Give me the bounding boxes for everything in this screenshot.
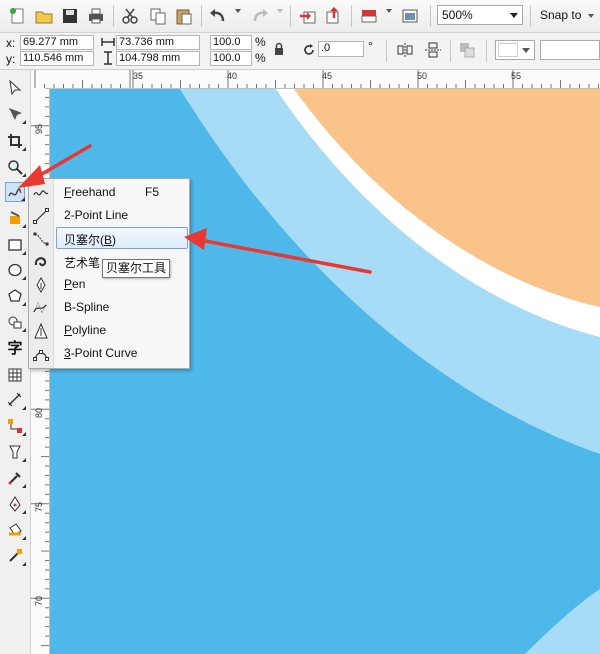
rotation-angle-field[interactable]: .0	[318, 41, 364, 57]
shape-tool-icon[interactable]	[5, 104, 26, 124]
property-bar: x: 69.277 mm y: 110.546 mm 73.736 mm 104…	[0, 33, 600, 70]
import-icon[interactable]	[298, 6, 318, 26]
bezier-icon	[33, 231, 49, 247]
flyout-item-b-spline[interactable]: B-Spline	[29, 297, 189, 319]
new-document-icon[interactable]	[8, 6, 28, 26]
fill-tool-icon[interactable]	[5, 520, 26, 540]
h-ruler-label: 40	[227, 71, 238, 81]
scale-y-percent: %	[255, 51, 266, 65]
launcher-dropdown-icon[interactable]	[386, 9, 392, 13]
height-icon	[101, 51, 115, 65]
crop-tool-icon[interactable]	[5, 131, 26, 151]
width-icon	[101, 35, 115, 49]
standard-toolbar: 500% Snap to	[0, 0, 600, 33]
save-icon[interactable]	[60, 6, 80, 26]
mirror-vertical-icon[interactable]	[424, 42, 442, 58]
toolbox: 字	[0, 70, 31, 654]
h-ruler-label: 45	[322, 71, 333, 81]
scale-y-field[interactable]: 100.0	[210, 51, 252, 66]
v-ruler-label: 75	[34, 501, 45, 513]
line-style-combo[interactable]	[540, 40, 600, 60]
bezier-tooltip: 贝塞尔工具	[102, 259, 170, 278]
zoom-tool-icon[interactable]	[5, 157, 26, 177]
x-position-field[interactable]: 69.277 mm	[20, 35, 94, 50]
cut-icon[interactable]	[120, 6, 140, 26]
table-tool-icon[interactable]	[5, 365, 25, 385]
artistic-media-icon	[33, 254, 49, 270]
h-ruler-label: 55	[511, 71, 522, 81]
drawing-canvas[interactable]	[50, 89, 600, 654]
y-label: y:	[6, 52, 16, 66]
connector-tool-icon[interactable]	[5, 416, 26, 436]
snap-to-menu[interactable]: Snap to	[540, 8, 581, 22]
v-ruler-label: 80	[34, 407, 45, 419]
polyline-icon	[33, 322, 49, 339]
v-ruler-label: 95	[34, 123, 45, 135]
y-position-field[interactable]: 110.546 mm	[20, 51, 94, 66]
blend-tool-icon[interactable]	[5, 442, 26, 462]
two-point-line-icon	[33, 208, 49, 224]
scale-x-percent: %	[255, 35, 266, 49]
pen-icon	[33, 276, 49, 294]
quick-customize-icon[interactable]	[458, 41, 476, 59]
object-height-field[interactable]: 104.798 mm	[116, 51, 200, 66]
chevron-down-icon	[522, 48, 530, 53]
h-ruler-label: 35	[133, 71, 144, 81]
paste-icon[interactable]	[174, 6, 194, 26]
snap-to-dropdown-icon[interactable]	[588, 14, 594, 18]
vertical-ruler[interactable]: 95 90 85 80 75 70	[31, 88, 50, 654]
v-ruler-label: 70	[34, 595, 45, 607]
interactive-fill-tool-icon[interactable]	[5, 546, 26, 566]
h-ruler-label: 50	[417, 71, 428, 81]
redo-icon[interactable]	[250, 6, 270, 26]
open-folder-icon[interactable]	[34, 6, 54, 26]
text-tool-icon[interactable]: 字	[5, 337, 25, 357]
undo-icon[interactable]	[208, 6, 228, 26]
flyout-item-bezier[interactable]: 贝塞尔(B)	[29, 227, 189, 250]
mirror-horizontal-icon[interactable]	[396, 42, 414, 58]
copy-icon[interactable]	[148, 6, 168, 26]
chevron-down-icon	[510, 13, 518, 18]
flyout-item-freehand[interactable]: Freehand F5	[29, 182, 189, 204]
polygon-tool-icon[interactable]	[5, 286, 26, 306]
eyedropper-tool-icon[interactable]	[5, 468, 26, 488]
zoom-level-value: 500%	[442, 8, 473, 22]
rectangle-tool-icon[interactable]	[5, 235, 26, 255]
flyout-item-polyline[interactable]: Polyline	[29, 320, 189, 342]
lock-ratio-icon[interactable]	[273, 42, 285, 56]
freehand-icon	[33, 185, 49, 201]
print-icon[interactable]	[86, 6, 106, 26]
application-launcher-icon[interactable]	[360, 6, 380, 26]
freehand-shortcut: F5	[145, 185, 160, 199]
zoom-level-combo[interactable]: 500%	[437, 5, 523, 25]
flyout-item-3-point-curve[interactable]: 3-Point Curve	[29, 343, 189, 365]
degree-symbol: °	[368, 39, 373, 53]
light-blue-corner	[525, 589, 600, 654]
b-spline-icon	[33, 300, 49, 316]
scale-x-field[interactable]: 100.0	[210, 35, 252, 50]
outline-pen-tool-icon[interactable]	[5, 494, 26, 514]
pick-tool-icon[interactable]	[5, 78, 25, 98]
basic-shapes-tool-icon[interactable]	[5, 312, 26, 332]
ellipse-tool-icon[interactable]	[5, 260, 26, 280]
horizontal-ruler[interactable]: 35 40 45 50 55	[31, 70, 600, 89]
undo-dropdown-icon[interactable]	[235, 9, 241, 13]
three-point-curve-icon	[33, 346, 49, 362]
rotation-icon	[301, 42, 317, 58]
export-icon[interactable]	[324, 6, 344, 26]
outline-width-combo[interactable]	[495, 40, 535, 60]
redo-dropdown-icon[interactable]	[277, 9, 283, 13]
dimension-tool-icon[interactable]	[5, 390, 26, 410]
x-label: x:	[6, 36, 16, 50]
welcome-screen-icon[interactable]	[400, 6, 420, 26]
object-width-field[interactable]: 73.736 mm	[116, 35, 200, 50]
flyout-item-2-point-line[interactable]: 2-Point Line	[29, 205, 189, 227]
freehand-tool-icon[interactable]	[5, 182, 25, 202]
smart-fill-tool-icon[interactable]	[5, 208, 26, 228]
